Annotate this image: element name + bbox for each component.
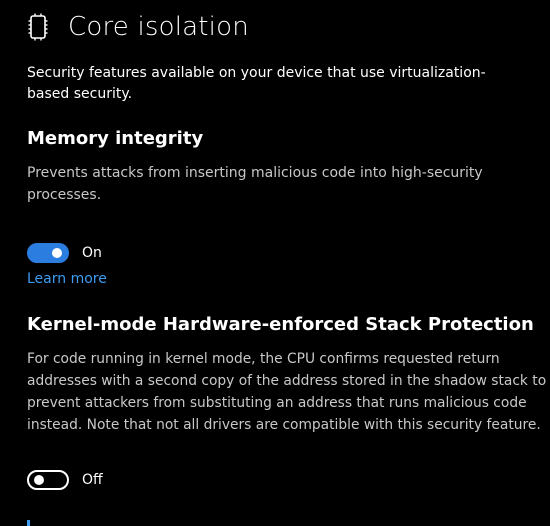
partially-visible-link[interactable] — [27, 520, 30, 526]
memory-integrity-heading: Memory integrity — [27, 128, 204, 149]
page-description: Security features available on your devi… — [27, 65, 486, 102]
memory-integrity-toggle-row[interactable]: On — [27, 243, 102, 263]
learn-more-link[interactable]: Learn more — [27, 271, 107, 287]
core-isolation-page: Core isolation Security features availab… — [0, 0, 550, 526]
toggle-knob — [52, 248, 62, 258]
stack-protection-heading: Kernel-mode Hardware-enforced Stack Prot… — [27, 314, 534, 335]
memory-integrity-toggle[interactable] — [27, 243, 69, 263]
memory-integrity-toggle-label: On — [82, 245, 102, 261]
stack-protection-toggle-row[interactable]: Off — [27, 470, 103, 490]
page-header: Core isolation — [27, 12, 249, 42]
stack-protection-toggle[interactable] — [27, 470, 69, 490]
page-title: Core isolation — [68, 12, 249, 42]
chip-icon — [27, 12, 49, 42]
toggle-knob — [34, 475, 44, 485]
stack-protection-toggle-label: Off — [82, 472, 103, 488]
memory-integrity-description: Prevents attacks from inserting maliciou… — [27, 165, 483, 203]
stack-protection-description: For code running in kernel mode, the CPU… — [27, 351, 547, 433]
